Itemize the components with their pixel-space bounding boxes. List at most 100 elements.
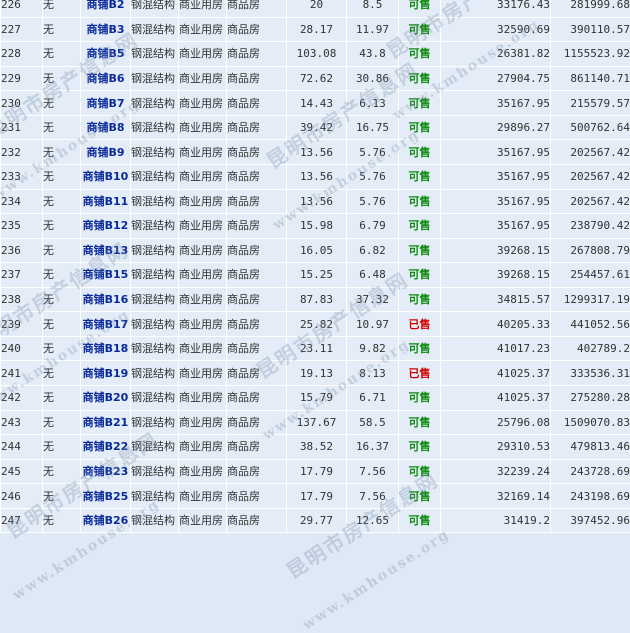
unit-price-cell: 35167.95 [441,140,551,165]
total-price-cell: 1155523.92 [551,42,630,67]
shared-area-cell: 16.75 [347,115,399,140]
unit-name-link[interactable]: 商铺B3 [81,17,131,42]
unit-name-link[interactable]: 商铺B19 [81,361,131,386]
unit-name-link[interactable]: 商铺B16 [81,287,131,312]
structure-cell: 钢混结构 [131,312,179,337]
house-type-cell: 商品房 [227,435,287,460]
structure-cell: 钢混结构 [131,287,179,312]
table-body: 226无商铺B2钢混结构商业用房商品房208.5可售33176.43281999… [1,0,630,533]
unit-name-link[interactable]: 商铺B18 [81,336,131,361]
table-row: 242无商铺B20钢混结构商业用房商品房15.796.71可售41025.372… [1,386,630,411]
row-number: 236 [1,238,43,263]
unit-cell: 无 [43,361,81,386]
house-type-cell: 商品房 [227,238,287,263]
usage-cell: 商业用房 [179,0,227,17]
structure-cell: 钢混结构 [131,435,179,460]
building-area-cell: 13.56 [287,164,347,189]
house-type-cell: 商品房 [227,263,287,288]
unit-name-link[interactable]: 商铺B2 [81,0,131,17]
row-number: 239 [1,312,43,337]
unit-cell: 无 [43,189,81,214]
usage-cell: 商业用房 [179,66,227,91]
row-number: 242 [1,386,43,411]
row-number: 233 [1,164,43,189]
total-price-cell: 215579.57 [551,91,630,116]
table-row: 234无商铺B11钢混结构商业用房商品房13.565.76可售35167.952… [1,189,630,214]
unit-cell: 无 [43,508,81,533]
total-price-cell: 1509070.83 [551,410,630,435]
shared-area-cell: 16.37 [347,435,399,460]
table-row: 245无商铺B23钢混结构商业用房商品房17.797.56可售32239.242… [1,459,630,484]
unit-name-link[interactable]: 商铺B9 [81,140,131,165]
sale-status-cell: 可售 [399,508,441,533]
unit-name-link[interactable]: 商铺B10 [81,164,131,189]
row-number: 232 [1,140,43,165]
structure-cell: 钢混结构 [131,484,179,509]
unit-name-link[interactable]: 商铺B20 [81,386,131,411]
usage-cell: 商业用房 [179,287,227,312]
building-area-cell: 23.11 [287,336,347,361]
usage-cell: 商业用房 [179,361,227,386]
row-number: 231 [1,115,43,140]
unit-cell: 无 [43,459,81,484]
housing-sales-table: 226无商铺B2钢混结构商业用房商品房208.5可售33176.43281999… [0,0,630,533]
unit-cell: 无 [43,386,81,411]
unit-name-link[interactable]: 商铺B17 [81,312,131,337]
unit-name-link[interactable]: 商铺B15 [81,263,131,288]
sale-status-cell: 可售 [399,435,441,460]
unit-name-link[interactable]: 商铺B21 [81,410,131,435]
usage-cell: 商业用房 [179,238,227,263]
row-number: 244 [1,435,43,460]
table-row: 241无商铺B19钢混结构商业用房商品房19.138.13已售41025.373… [1,361,630,386]
unit-name-link[interactable]: 商铺B5 [81,42,131,67]
unit-name-link[interactable]: 商铺B22 [81,435,131,460]
usage-cell: 商业用房 [179,508,227,533]
structure-cell: 钢混结构 [131,140,179,165]
unit-name-link[interactable]: 商铺B23 [81,459,131,484]
building-area-cell: 38.52 [287,435,347,460]
shared-area-cell: 6.71 [347,386,399,411]
structure-cell: 钢混结构 [131,508,179,533]
shared-area-cell: 12.65 [347,508,399,533]
structure-cell: 钢混结构 [131,91,179,116]
unit-name-link[interactable]: 商铺B26 [81,508,131,533]
unit-name-link[interactable]: 商铺B7 [81,91,131,116]
house-type-cell: 商品房 [227,189,287,214]
table-row: 236无商铺B13钢混结构商业用房商品房16.056.82可售39268.152… [1,238,630,263]
house-type-cell: 商品房 [227,386,287,411]
building-area-cell: 25.82 [287,312,347,337]
table-row: 247无商铺B26钢混结构商业用房商品房29.7712.65可售31419.23… [1,508,630,533]
usage-cell: 商业用房 [179,484,227,509]
shared-area-cell: 5.76 [347,164,399,189]
total-price-cell: 1299317.19 [551,287,630,312]
table-row: 227无商铺B3钢混结构商业用房商品房28.1711.97可售32590.693… [1,17,630,42]
unit-name-link[interactable]: 商铺B6 [81,66,131,91]
sale-status-cell: 已售 [399,361,441,386]
table-row: 238无商铺B16钢混结构商业用房商品房87.8337.32可售34815.57… [1,287,630,312]
table-row: 240无商铺B18钢混结构商业用房商品房23.119.82可售41017.234… [1,336,630,361]
unit-name-link[interactable]: 商铺B13 [81,238,131,263]
unit-name-link[interactable]: 商铺B11 [81,189,131,214]
unit-name-link[interactable]: 商铺B8 [81,115,131,140]
house-type-cell: 商品房 [227,336,287,361]
sale-status-cell: 可售 [399,214,441,239]
unit-name-link[interactable]: 商铺B12 [81,214,131,239]
table-row: 226无商铺B2钢混结构商业用房商品房208.5可售33176.43281999… [1,0,630,17]
table-row: 232无商铺B9钢混结构商业用房商品房13.565.76可售35167.9520… [1,140,630,165]
unit-price-cell: 33176.43 [441,0,551,17]
total-price-cell: 861140.71 [551,66,630,91]
building-area-cell: 15.25 [287,263,347,288]
total-price-cell: 202567.42 [551,164,630,189]
shared-area-cell: 6.79 [347,214,399,239]
shared-area-cell: 58.5 [347,410,399,435]
sale-status-cell: 可售 [399,164,441,189]
watermark-url: www.kmhouse.org [300,526,453,633]
house-type-cell: 商品房 [227,0,287,17]
structure-cell: 钢混结构 [131,17,179,42]
unit-price-cell: 35167.95 [441,91,551,116]
unit-cell: 无 [43,42,81,67]
structure-cell: 钢混结构 [131,164,179,189]
unit-price-cell: 32239.24 [441,459,551,484]
unit-name-link[interactable]: 商铺B25 [81,484,131,509]
usage-cell: 商业用房 [179,91,227,116]
